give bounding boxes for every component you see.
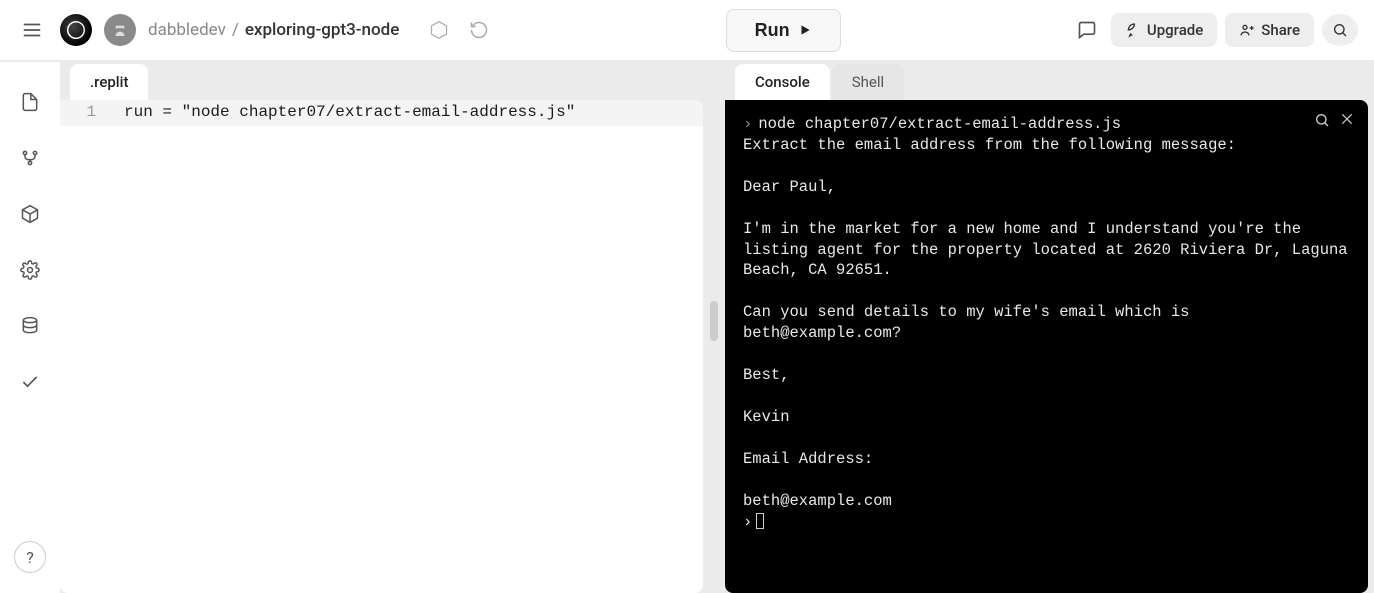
user-avatar[interactable]: [104, 14, 136, 46]
tab-shell[interactable]: Shell: [832, 64, 904, 100]
panes-container: .replit 1 run = "node chapter07/extract-…: [60, 62, 1374, 593]
app-header: dabbledev / exploring-gpt3-node Run Upgr…: [0, 0, 1374, 60]
console-search-icon[interactable]: [1314, 112, 1330, 135]
breadcrumb: dabbledev / exploring-gpt3-node: [148, 20, 399, 40]
console-toolbar: [1314, 112, 1354, 135]
console-clear-icon[interactable]: [1340, 112, 1354, 135]
search-button[interactable]: [1322, 14, 1358, 46]
settings-icon[interactable]: [10, 250, 50, 290]
console-output[interactable]: › node chapter07/extract-email-address.js…: [725, 100, 1368, 593]
share-label: Share: [1261, 21, 1300, 39]
tab-console[interactable]: Console: [735, 64, 830, 100]
breadcrumb-project[interactable]: exploring-gpt3-node: [245, 20, 400, 40]
code-token-key: run: [124, 103, 153, 121]
breadcrumb-separator: /: [232, 20, 239, 40]
play-icon: [798, 23, 812, 37]
rocket-icon: [1125, 22, 1141, 38]
help-label: ?: [26, 548, 34, 567]
editor-line: 1 run = "node chapter07/extract-email-ad…: [60, 100, 703, 126]
database-icon[interactable]: [10, 306, 50, 346]
prompt-char: ›: [743, 115, 752, 133]
search-icon: [1332, 22, 1348, 38]
editor-tab-replit[interactable]: .replit: [70, 64, 148, 100]
console-output-text: Extract the email address from the follo…: [743, 135, 1350, 512]
prompt-char-2: ›: [743, 513, 752, 531]
add-user-icon: [1239, 22, 1255, 38]
console-command-line: › node chapter07/extract-email-address.js: [743, 114, 1350, 135]
packages-icon[interactable]: [10, 194, 50, 234]
cursor-icon: [756, 513, 764, 529]
upgrade-button[interactable]: Upgrade: [1111, 13, 1217, 47]
version-control-icon[interactable]: [10, 138, 50, 178]
console-prompt-line: ›: [743, 512, 1350, 533]
workspace: ? .replit 1 run = "node chapter07/extrac…: [0, 60, 1374, 593]
code-token-string: "node chapter07/extract-email-address.js…: [182, 103, 576, 121]
line-number: 1: [60, 100, 116, 126]
console-tab-bar: Console Shell: [725, 62, 1368, 100]
replit-logo-icon[interactable]: [60, 14, 92, 46]
run-button[interactable]: Run: [726, 9, 841, 52]
editor-tab-bar: .replit: [60, 62, 703, 100]
sidebar: ?: [0, 62, 60, 593]
help-button[interactable]: ?: [14, 541, 46, 573]
files-icon[interactable]: [10, 82, 50, 122]
editor-pane: .replit 1 run = "node chapter07/extract-…: [60, 62, 703, 593]
upgrade-label: Upgrade: [1147, 21, 1203, 39]
chat-icon[interactable]: [1071, 14, 1103, 46]
console-pane: Console Shell › node chapter07/extract-em…: [725, 62, 1368, 593]
console-command: node chapter07/extract-email-address.js: [758, 115, 1121, 133]
pane-splitter[interactable]: [713, 62, 715, 593]
history-icon[interactable]: [463, 14, 495, 46]
checkmark-icon[interactable]: [10, 362, 50, 402]
code-token-operator: =: [153, 103, 182, 121]
breadcrumb-owner[interactable]: dabbledev: [148, 20, 226, 40]
line-code: run = "node chapter07/extract-email-addr…: [116, 100, 575, 126]
language-nodejs-icon[interactable]: [423, 14, 455, 46]
share-button[interactable]: Share: [1225, 13, 1314, 47]
hamburger-menu-icon[interactable]: [16, 14, 48, 46]
run-button-label: Run: [755, 20, 790, 41]
code-editor[interactable]: 1 run = "node chapter07/extract-email-ad…: [60, 100, 703, 593]
